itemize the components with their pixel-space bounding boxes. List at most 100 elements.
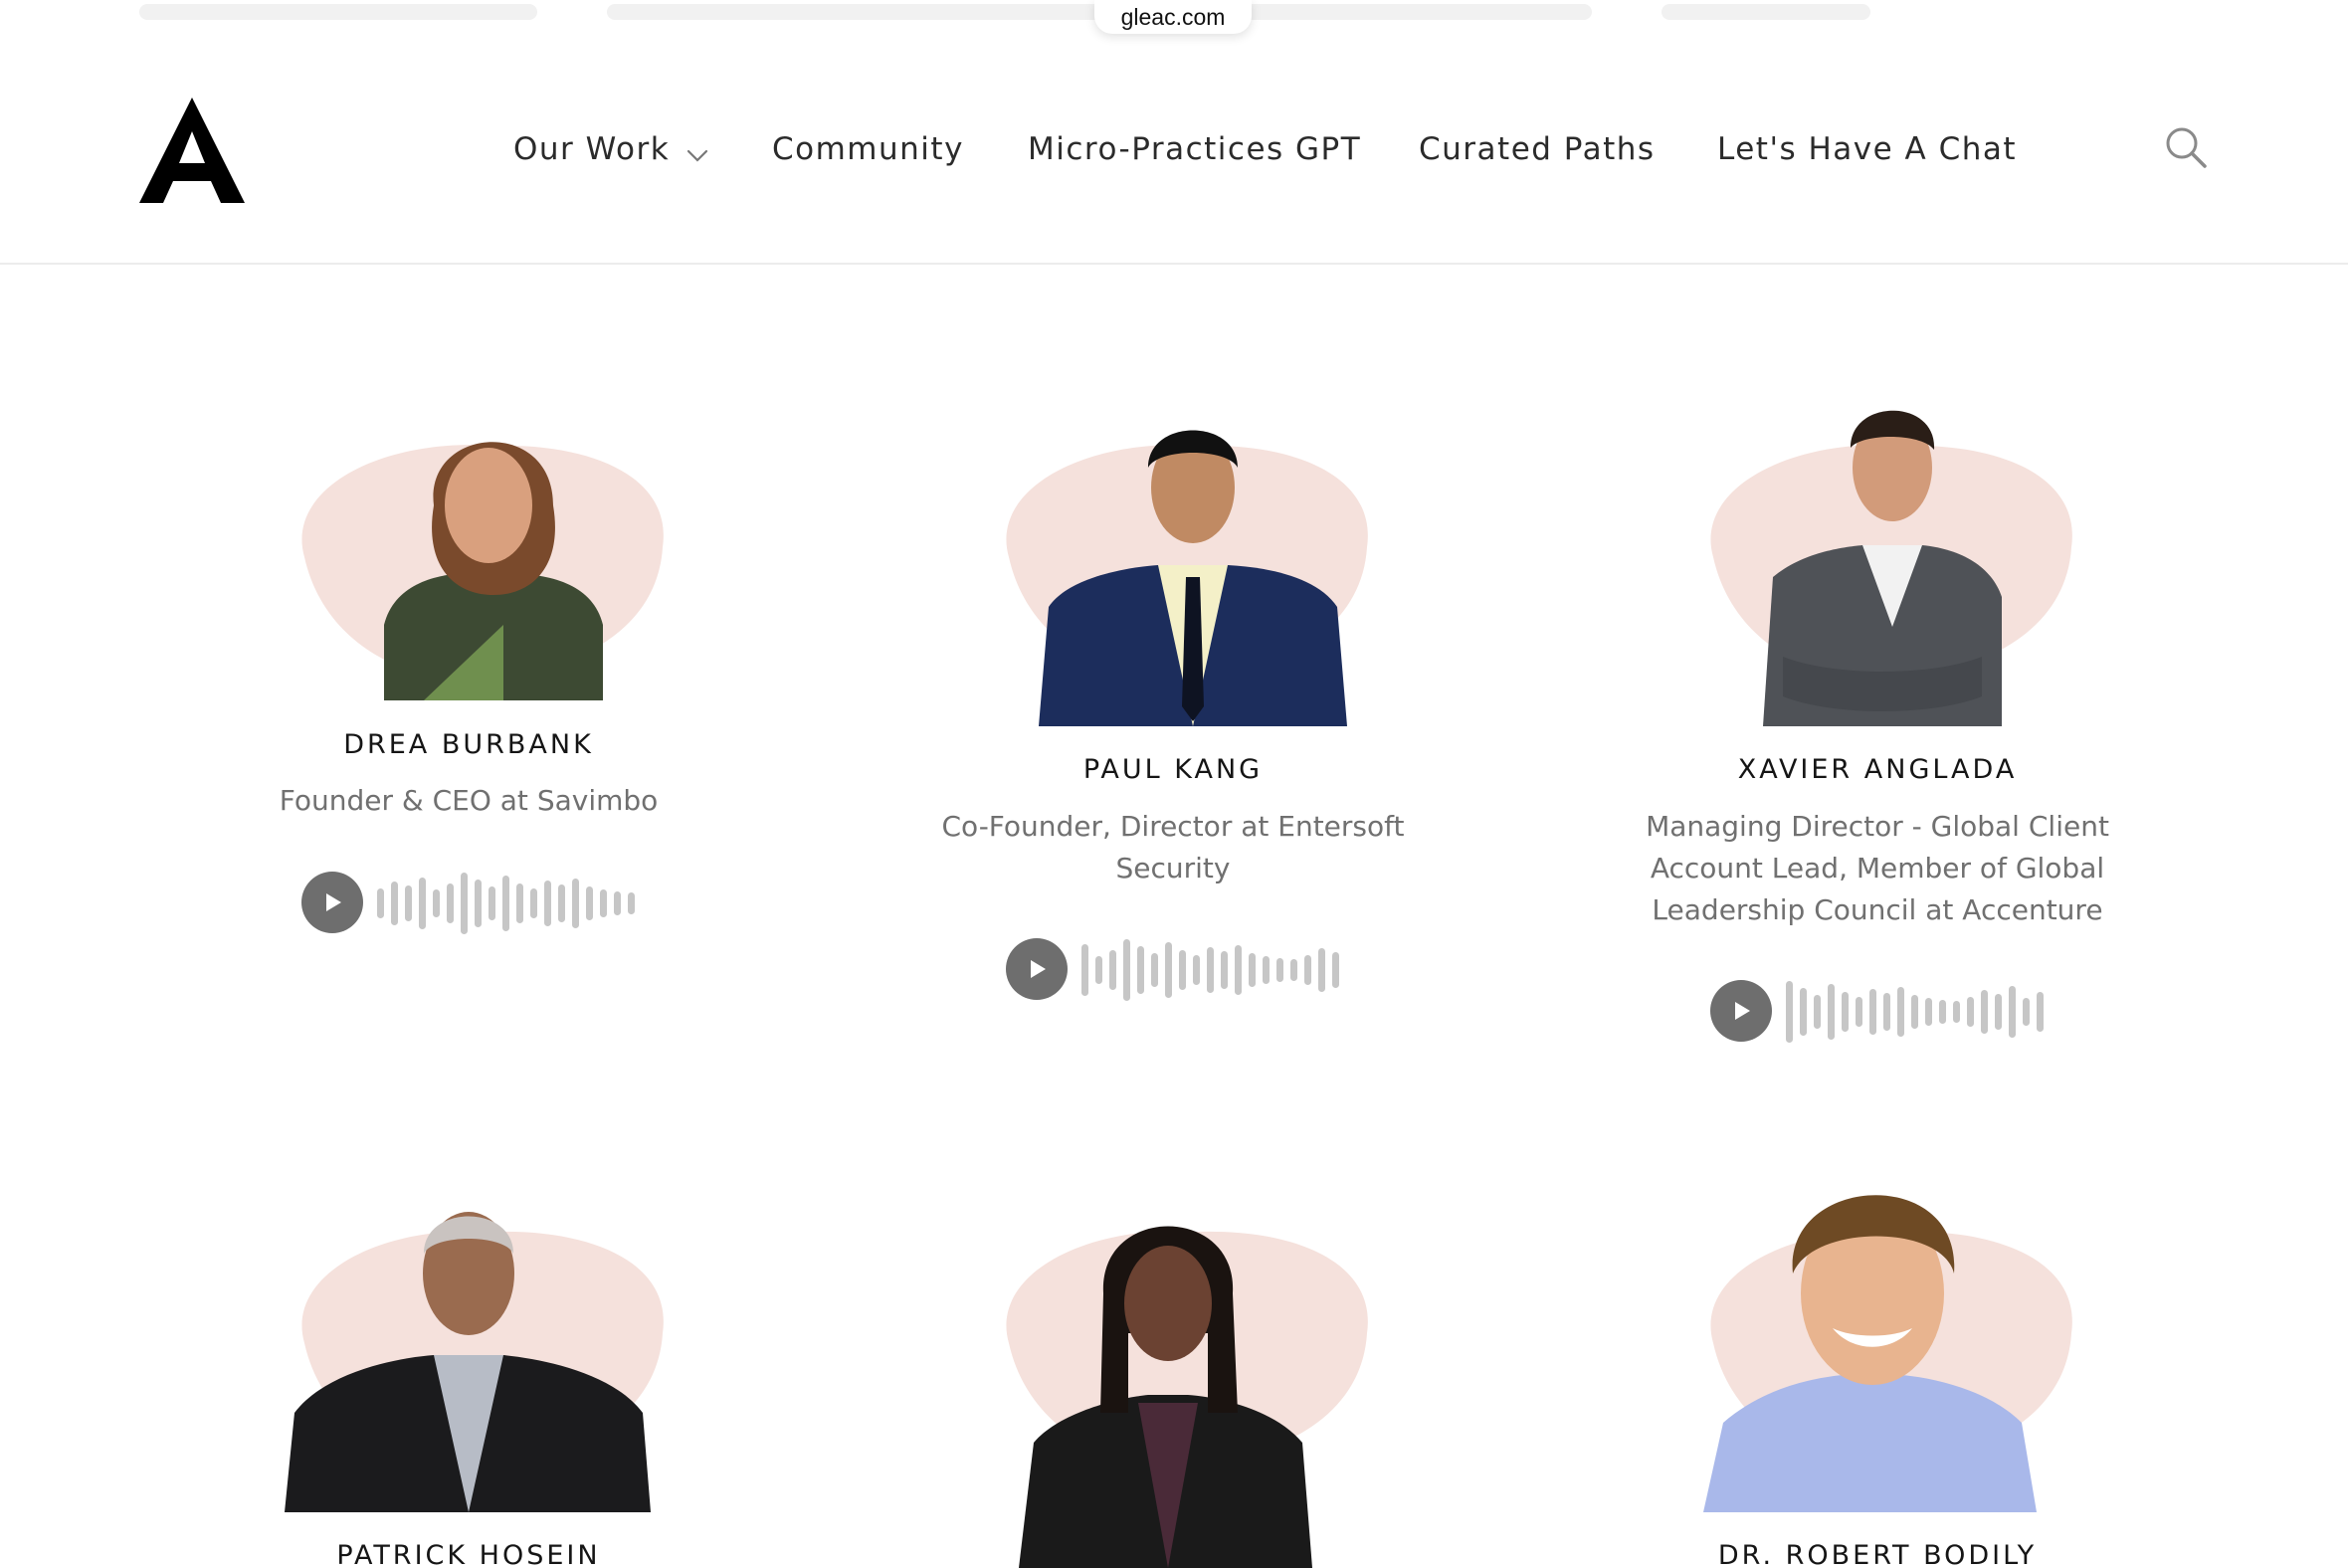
nav-curated-paths[interactable]: Curated Paths: [1419, 131, 1656, 167]
portrait: [1673, 378, 2081, 726]
waveform-bar: [628, 892, 635, 914]
waveform-bar: [1276, 958, 1283, 982]
waveform-bar: [1151, 953, 1158, 987]
waveform-bar: [377, 888, 384, 918]
waveform-bar: [1925, 998, 1932, 1026]
waveform-bar: [1842, 992, 1849, 1032]
site-header: Our Work Community Micro-Practices GPT C…: [0, 48, 2348, 265]
play-button[interactable]: [301, 872, 363, 933]
audio-player: [1710, 980, 2058, 1044]
person-name: DREA BURBANK: [343, 729, 594, 760]
waveform-bar: [530, 888, 537, 918]
waveform-bar: [1179, 950, 1186, 990]
portrait: [1673, 1164, 2081, 1512]
waveform-bar: [447, 883, 454, 923]
person-role: Co-Founder, Director at Entersoft Securi…: [941, 810, 1405, 884]
waveform-bar: [405, 885, 412, 921]
waveform-bar: [1235, 945, 1242, 995]
waveform-bar: [1304, 955, 1311, 985]
person-role: Managing Director - Global Client Accoun…: [1646, 810, 2109, 926]
waveform-bar: [572, 879, 579, 928]
audio-player: [1006, 938, 1354, 1002]
person-card: PATRICK HOSEIN: [120, 1164, 817, 1568]
waveform-bar: [1911, 995, 1918, 1029]
waveform-bar: [1165, 942, 1172, 998]
page: gleac.com Our Work Community Micro-Pract…: [0, 0, 2348, 1568]
waveform-bar: [1995, 994, 2002, 1030]
waveform-bar: [1137, 946, 1144, 994]
waveform-bar: [516, 883, 523, 923]
person-role: Founder & CEO at Savimbo: [279, 784, 659, 817]
avatar: [1763, 410, 2002, 726]
waveform-bar: [1221, 951, 1228, 989]
waveform[interactable]: [1786, 980, 2054, 1044]
person-name: PAUL KANG: [1082, 754, 1264, 785]
waveform-bar: [586, 886, 593, 920]
waveform-bar: [391, 882, 398, 925]
waveform-bar: [1786, 981, 1793, 1043]
chevron-down-icon[interactable]: [685, 145, 709, 165]
waveform-bar: [1249, 953, 1256, 987]
waveform-bar: [2023, 998, 2030, 1026]
avatar: [285, 1212, 651, 1512]
waveform-bar: [433, 889, 440, 917]
waveform-bar: [2009, 986, 2016, 1038]
waveform-bar: [544, 881, 551, 926]
person-name: XAVIER ANGLADA: [1737, 754, 2018, 785]
waveform[interactable]: [377, 872, 646, 935]
person-card: [825, 1164, 1521, 1568]
waveform-bar: [1814, 995, 1821, 1029]
person-card: XAVIER ANGLADA Managing Director - Globa…: [1529, 378, 2226, 1055]
waveform-bar: [1263, 956, 1270, 984]
avatar: [1039, 430, 1347, 726]
waveform-bar: [1883, 993, 1890, 1031]
waveform-bar: [1981, 990, 1988, 1034]
waveform-bar: [502, 876, 509, 931]
waveform-bar: [1856, 997, 1862, 1027]
person-card: PAUL KANG Co-Founder, Director at Enters…: [825, 378, 1521, 1015]
avatar: [1019, 1226, 1312, 1568]
person-card: DREA BURBANK Founder & CEO at Savimbo: [120, 378, 817, 935]
waveform-bar: [1290, 959, 1297, 981]
portrait: [265, 1164, 673, 1512]
play-button[interactable]: [1710, 980, 1772, 1042]
waveform-bar: [1207, 947, 1214, 993]
waveform-bar: [1897, 987, 1904, 1037]
waveform-bar: [1081, 944, 1088, 996]
waveform-bar: [489, 886, 495, 920]
audio-player: [301, 872, 650, 935]
nav-lets-have-a-chat[interactable]: Let's Have A Chat: [1717, 131, 2017, 167]
person-name: DR. ROBERT BODILY: [1717, 1540, 2038, 1568]
waveform-bar: [1828, 984, 1835, 1040]
person-card: DR. ROBERT BODILY: [1529, 1154, 2226, 1568]
waveform-bar: [1869, 989, 1876, 1035]
site-logo-icon[interactable]: [139, 98, 245, 203]
waveform-bar: [1800, 988, 1807, 1036]
waveform-bar: [1193, 955, 1200, 985]
waveform-bar: [2037, 992, 2044, 1032]
portrait: [969, 1164, 1377, 1568]
waveform-bar: [1109, 950, 1116, 990]
waveform-bar: [600, 889, 607, 917]
waveform-bar: [1095, 956, 1102, 984]
nav-micro-practices-gpt[interactable]: Micro-Practices GPT: [1028, 131, 1361, 167]
waveform-bar: [1332, 952, 1339, 988]
waveform-bar: [461, 873, 468, 934]
nav-community[interactable]: Community: [772, 131, 964, 167]
portrait: [969, 378, 1377, 726]
waveform-bar: [419, 878, 426, 929]
waveform-bar: [1318, 948, 1325, 992]
portrait: [265, 378, 673, 726]
search-icon[interactable]: [2164, 125, 2208, 169]
avatar: [1703, 1195, 2037, 1512]
play-button[interactable]: [1006, 938, 1068, 1000]
url-text: gleac.com: [1120, 3, 1226, 30]
waveform-bar: [1967, 997, 1974, 1027]
nav-our-work[interactable]: Our Work: [513, 131, 670, 167]
waveform-bar: [614, 891, 621, 915]
waveform-bar: [1939, 1000, 1946, 1024]
waveform-bar: [475, 880, 482, 927]
waveform[interactable]: [1081, 938, 1350, 1002]
waveform-bar: [1123, 939, 1130, 1001]
browser-url-pill[interactable]: gleac.com: [1094, 0, 1252, 34]
